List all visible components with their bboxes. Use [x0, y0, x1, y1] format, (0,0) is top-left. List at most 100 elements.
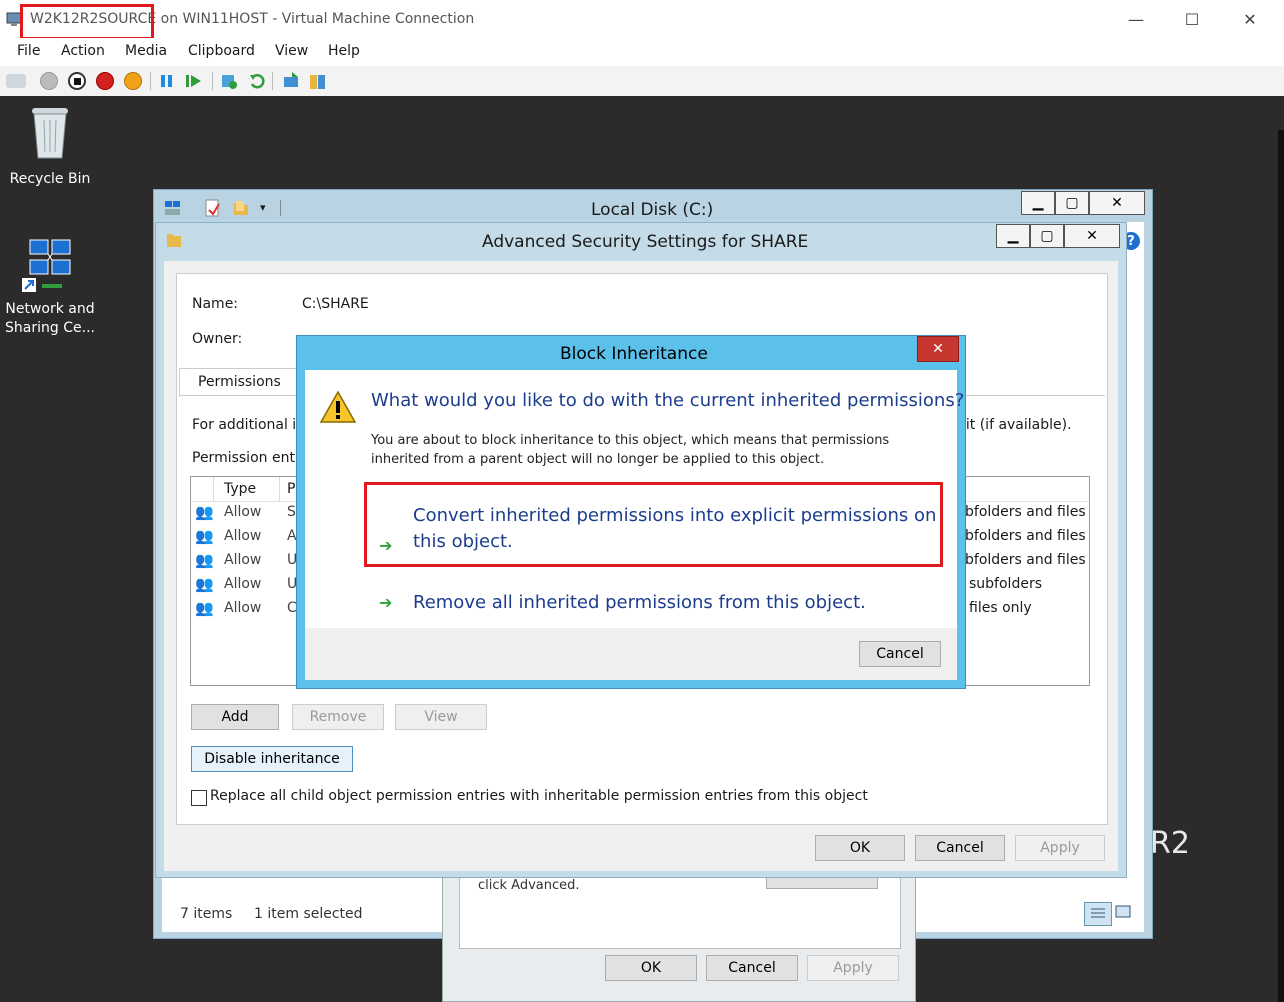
info-text-right: dit (if available).	[957, 417, 1072, 433]
col-principal[interactable]: P	[287, 481, 295, 497]
row-type: Allow	[224, 576, 262, 592]
users-icon: 👥	[195, 503, 214, 521]
row-applies: bfolders and files	[965, 504, 1086, 520]
recycle-bin-icon	[28, 104, 72, 162]
block-footer: Cancel	[305, 628, 957, 680]
recycle-bin-label: Recycle Bin	[9, 171, 91, 187]
share-icon[interactable]	[308, 71, 328, 91]
block-description-1: You are about to block inheritance to th…	[371, 433, 890, 448]
row-applies: bfolders and files	[965, 528, 1086, 544]
menu-help[interactable]: Help	[328, 43, 360, 59]
row-applies: files only	[969, 600, 1032, 616]
advanced-cancel-button[interactable]: Cancel	[915, 835, 1005, 861]
advanced-ok-button[interactable]: OK	[815, 835, 905, 861]
ctrl-alt-del-icon[interactable]	[6, 74, 26, 88]
menu-file[interactable]: File	[17, 43, 40, 59]
title-highlight-box	[20, 4, 154, 40]
folder-properties-dialog: click Advanced. OK Cancel Apply	[442, 868, 916, 1002]
close-button[interactable]: ✕	[1222, 0, 1278, 38]
network-label: Network and Sharing Ce...	[5, 301, 95, 336]
explorer-app-icon	[164, 199, 182, 217]
name-value: C:\SHARE	[302, 296, 369, 312]
props-advanced-text: click Advanced.	[478, 878, 580, 893]
properties-icon[interactable]	[204, 199, 222, 217]
start-icon[interactable]	[40, 72, 58, 90]
checkpoint-icon[interactable]	[220, 72, 238, 90]
row-applies: subfolders	[969, 576, 1042, 592]
explorer-close-button[interactable]: ✕	[1089, 191, 1145, 215]
advanced-maximize-button[interactable]: ▢	[1030, 224, 1064, 248]
option-highlight-box	[364, 482, 943, 567]
view-button[interactable]: View	[395, 704, 487, 730]
owner-label: Owner:	[192, 331, 243, 347]
warning-icon	[319, 390, 357, 424]
advanced-close-button[interactable]: ✕	[1064, 224, 1120, 248]
explorer-title: Local Disk (C:)	[591, 200, 714, 220]
customize-qat-icon[interactable]: ▾	[260, 201, 266, 214]
new-folder-icon[interactable]	[232, 199, 250, 217]
advanced-apply-button[interactable]: Apply	[1015, 835, 1105, 861]
maximize-button[interactable]: ☐	[1164, 0, 1220, 38]
props-ok-button[interactable]: OK	[605, 955, 697, 981]
name-label: Name:	[192, 296, 239, 312]
host-title-bar: W2K12R2SOURCE on WIN11HOST - Virtual Mac…	[0, 0, 1284, 38]
block-title: Block Inheritance	[560, 344, 708, 364]
block-close-button[interactable]: ✕	[917, 336, 959, 362]
add-button[interactable]: Add	[191, 704, 279, 730]
advanced-title: Advanced Security Settings for SHARE	[482, 232, 809, 252]
menu-action[interactable]: Action	[61, 43, 105, 59]
minimize-button[interactable]: —	[1108, 0, 1164, 38]
menu-bar: File Action Media Clipboard View Help	[0, 38, 1284, 66]
enhanced-session-icon[interactable]	[282, 71, 302, 91]
status-item-count: 7 items	[180, 906, 233, 922]
row-type: Allow	[224, 600, 262, 616]
block-description-2: inherited from a parent object will no l…	[371, 452, 825, 467]
desktop-watermark: R2	[1150, 826, 1190, 861]
desktop-icon-recycle-bin[interactable]: Recycle Bin	[0, 104, 100, 189]
block-cancel-button[interactable]: Cancel	[859, 641, 941, 667]
row-type: Allow	[224, 552, 262, 568]
pause-icon[interactable]	[160, 74, 174, 88]
explorer-maximize-button[interactable]: ▢	[1055, 191, 1089, 215]
power-icon[interactable]	[124, 72, 142, 90]
arrow-right-icon: ➔	[379, 593, 393, 612]
resume-icon[interactable]	[186, 74, 202, 88]
props-apply-button[interactable]: Apply	[807, 955, 899, 981]
row-principal: S	[287, 504, 296, 520]
desktop-edge	[1278, 130, 1284, 1002]
col-type[interactable]: Type	[224, 481, 256, 497]
row-applies: bfolders and files	[965, 552, 1086, 568]
large-icons-view-icon[interactable]	[1114, 904, 1132, 920]
row-type: Allow	[224, 504, 262, 520]
users-icon: 👥	[195, 551, 214, 569]
vm-toolbar	[0, 66, 1284, 97]
revert-icon[interactable]	[248, 72, 266, 90]
shutdown-icon[interactable]	[96, 72, 114, 90]
replace-child-checkbox[interactable]	[191, 790, 207, 806]
menu-clipboard[interactable]: Clipboard	[188, 43, 255, 59]
users-icon: 👥	[195, 527, 214, 545]
tab-permissions[interactable]: Permissions	[179, 368, 297, 397]
entries-label: Permission entri	[192, 450, 305, 466]
desktop-icon-network[interactable]: Network and Sharing Ce...	[0, 236, 100, 338]
row-type: Allow	[224, 528, 262, 544]
menu-view[interactable]: View	[275, 43, 308, 59]
explorer-minimize-button[interactable]: ▁	[1021, 191, 1055, 215]
info-text-left: For additional in	[192, 417, 306, 433]
remove-button[interactable]: Remove	[292, 704, 384, 730]
disable-inheritance-button[interactable]: Disable inheritance	[191, 746, 353, 772]
status-selected: 1 item selected	[254, 906, 363, 922]
menu-media[interactable]: Media	[125, 43, 167, 59]
remove-option-text: Remove all inherited permissions from th…	[413, 592, 866, 613]
network-icon	[22, 236, 76, 294]
props-group-box: click Advanced.	[459, 871, 901, 949]
replace-child-label: Replace all child object permission entr…	[210, 788, 868, 804]
folder-icon	[166, 231, 182, 249]
props-cancel-button[interactable]: Cancel	[706, 955, 798, 981]
advanced-minimize-button[interactable]: ▁	[996, 224, 1030, 248]
turn-off-icon[interactable]	[68, 72, 86, 90]
details-view-icon[interactable]	[1084, 902, 1112, 926]
block-question: What would you like to do with the curre…	[371, 390, 965, 411]
tab-permissions-label: Permissions	[198, 374, 281, 390]
users-icon: 👥	[195, 599, 214, 617]
